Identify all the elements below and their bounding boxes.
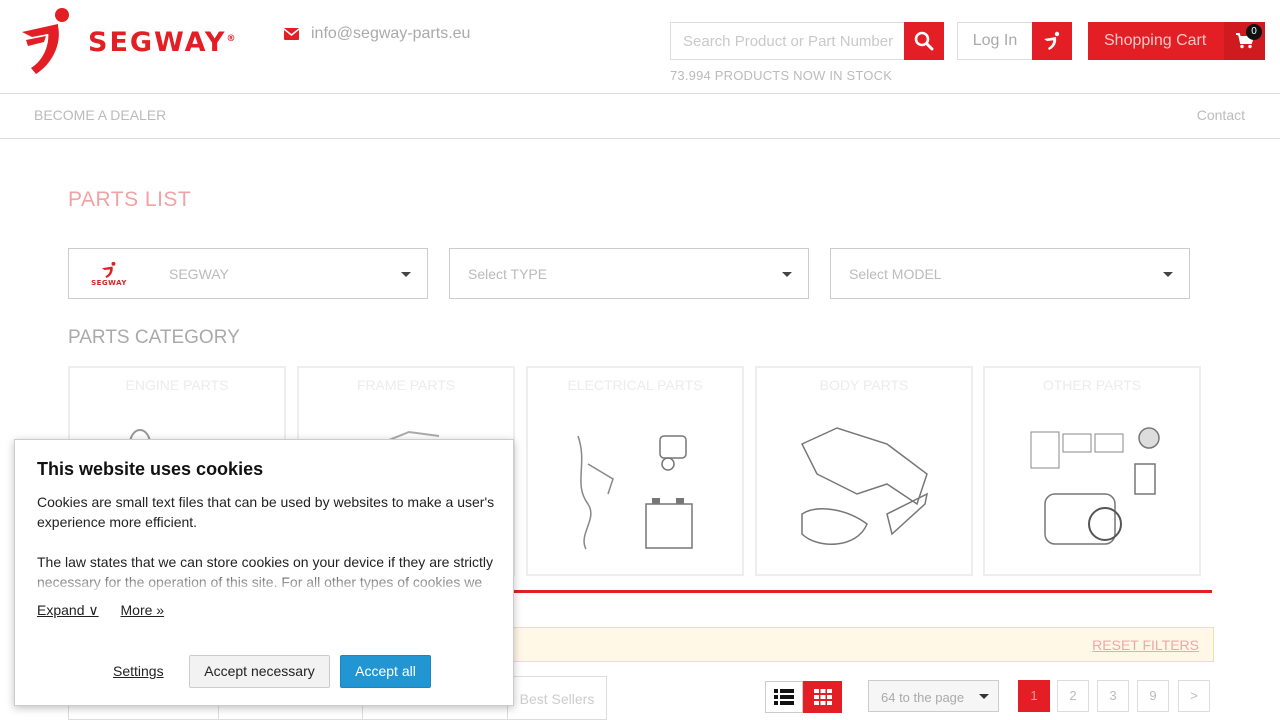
chevron-down-icon <box>401 272 411 277</box>
login-label: Log In <box>972 32 1018 49</box>
sort-tab-best-sellers[interactable]: Best Sellers <box>507 676 607 720</box>
type-select[interactable]: Select TYPE <box>449 248 809 299</box>
site-logo[interactable]: SEGWAY® <box>18 6 270 78</box>
page-title: PARTS LIST <box>68 188 192 211</box>
list-icon <box>774 689 794 705</box>
stock-counter: 73.994 PRODUCTS NOW IN STOCK <box>670 68 893 83</box>
main-nav: BECOME A DEALER Contact <box>0 93 1280 139</box>
electrical-parts-icon <box>577 435 693 550</box>
segway-logo-icon <box>22 8 69 74</box>
brand-logo: SEGWAY <box>83 261 135 287</box>
cookie-paragraph: Cookies are small text files that can be… <box>37 494 495 530</box>
segway-mark-icon <box>1044 31 1060 50</box>
login-button[interactable]: Log In <box>957 22 1072 60</box>
page-1[interactable]: 1 <box>1018 680 1050 712</box>
cookie-dialog: This website uses cookies Cookies are sm… <box>14 439 514 706</box>
search-button[interactable] <box>904 22 944 60</box>
reset-filters-link[interactable]: RESET FILTERS <box>1092 637 1199 653</box>
cookie-more-link[interactable]: More » <box>121 602 165 618</box>
segway-mark-icon <box>101 261 116 278</box>
chevron-down-icon <box>782 272 792 277</box>
envelope-icon <box>284 28 299 40</box>
category-label: ENGINE PARTS <box>125 377 229 393</box>
search-box <box>670 22 944 60</box>
page-9[interactable]: 9 <box>1137 680 1169 712</box>
cookie-title: This website uses cookies <box>37 459 264 479</box>
contact-email[interactable]: info@segway-parts.eu <box>284 25 470 43</box>
cookie-settings-link[interactable]: Settings <box>113 663 164 679</box>
cart-count-badge: 0 <box>1246 24 1262 40</box>
accept-necessary-button[interactable]: Accept necessary <box>189 655 330 688</box>
email-text: info@segway-parts.eu <box>311 25 471 42</box>
category-other-parts[interactable]: OTHER PARTS <box>983 366 1201 576</box>
accept-all-button[interactable]: Accept all <box>340 655 431 688</box>
page-3[interactable]: 3 <box>1097 680 1129 712</box>
body-parts-icon <box>800 427 929 545</box>
category-label: OTHER PARTS <box>1042 377 1142 393</box>
cart-label: Shopping Cart <box>1104 32 1207 49</box>
brand-select[interactable]: SEGWAY SEGWAY <box>68 248 428 299</box>
cookie-text-fade <box>37 568 499 592</box>
per-page-select[interactable]: 64 to the page <box>868 680 999 712</box>
category-label: ELECTRICAL PARTS <box>567 377 703 393</box>
search-icon <box>914 31 934 51</box>
cookie-expand-link[interactable]: Expand ∨ <box>37 602 99 618</box>
category-electrical-parts[interactable]: ELECTRICAL PARTS <box>526 366 744 576</box>
chevron-down-icon <box>979 694 989 699</box>
type-select-value: Select TYPE <box>468 265 548 282</box>
nav-become-dealer[interactable]: BECOME A DEALER <box>34 107 166 123</box>
per-page-value: 64 to the page <box>881 690 965 705</box>
grid-icon <box>813 689 832 705</box>
brand-select-value: SEGWAY <box>169 265 229 282</box>
cookie-links: Expand ∨ More » <box>37 602 182 619</box>
page-next[interactable]: > <box>1178 680 1210 712</box>
category-label: BODY PARTS <box>819 377 909 393</box>
grid-view-button[interactable] <box>803 681 842 713</box>
shopping-cart-button[interactable]: Shopping Cart 0 <box>1088 22 1265 60</box>
category-body-parts[interactable]: BODY PARTS <box>755 366 973 576</box>
other-parts-icon <box>1030 427 1160 545</box>
brand-logo-text: SEGWAY <box>91 278 127 287</box>
list-view-button[interactable] <box>765 681 803 713</box>
model-select-value: Select MODEL <box>849 265 942 282</box>
chevron-down-icon <box>1163 272 1173 277</box>
category-label: FRAME PARTS <box>356 377 456 393</box>
login-icon-button[interactable] <box>1032 22 1072 60</box>
page-2[interactable]: 2 <box>1057 680 1089 712</box>
logo-wordmark: SEGWAY® <box>88 26 238 58</box>
category-title: PARTS CATEGORY <box>68 327 240 348</box>
search-input[interactable] <box>671 23 904 59</box>
cart-icon-box: 0 <box>1224 22 1265 60</box>
nav-contact[interactable]: Contact <box>1197 107 1245 123</box>
model-select[interactable]: Select MODEL <box>830 248 1190 299</box>
